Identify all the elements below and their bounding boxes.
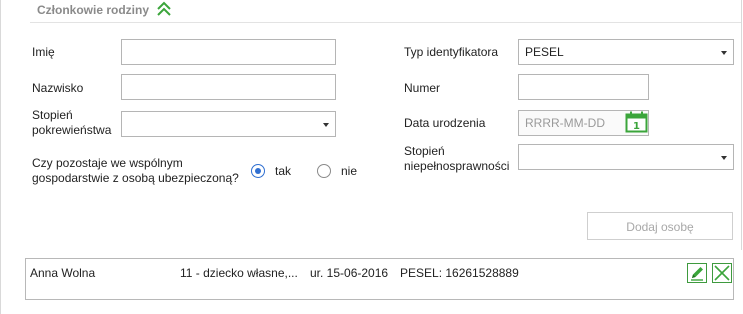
- edit-member-button[interactable]: [687, 263, 707, 283]
- stopien-niepelnosprawnosci-label-1: Stopień: [404, 144, 445, 158]
- data-urodzenia-label: Data urodzenia: [404, 116, 486, 130]
- member-birth: ur. 15-06-2016: [310, 266, 389, 280]
- calendar-icon-text: 1: [633, 121, 640, 132]
- imie-label: Imię: [32, 45, 55, 59]
- typ-identyfikatora-select[interactable]: PESEL: [518, 39, 734, 65]
- nazwisko-input[interactable]: [121, 74, 336, 100]
- numer-label: Numer: [404, 81, 441, 95]
- radio-nie[interactable]: [317, 164, 331, 178]
- radio-nie-label: nie: [341, 164, 358, 178]
- add-person-button[interactable]: Dodaj osobę: [587, 212, 733, 240]
- pencil-icon: [691, 267, 703, 281]
- member-id: PESEL: 16261528889: [400, 266, 519, 280]
- header-divider: [30, 22, 741, 23]
- calendar-icon[interactable]: 1: [625, 111, 648, 133]
- dropdown-arrow-icon: [721, 51, 727, 55]
- stopien-pokrewienstwa-select[interactable]: [121, 111, 336, 137]
- stopien-pokrewienstwa-label-1: Stopień: [32, 108, 73, 122]
- member-relation: 11 - dziecko własne,...: [180, 266, 298, 280]
- close-icon: [714, 265, 730, 281]
- stopien-pokrewienstwa-label-2: pokrewieństwa: [32, 123, 112, 137]
- stopien-niepelnosprawnosci-label-2: niepełnosprawności: [404, 159, 510, 173]
- section-title: Członkowie rodziny: [37, 3, 150, 17]
- nazwisko-label: Nazwisko: [32, 81, 84, 95]
- double-chevron-up-icon[interactable]: [156, 1, 172, 17]
- radio-tak[interactable]: [251, 164, 265, 178]
- stopien-niepelnosprawnosci-select[interactable]: [518, 144, 734, 170]
- typ-identyfikatora-label: Typ identyfikatora: [404, 45, 499, 59]
- imie-input[interactable]: [121, 39, 336, 65]
- family-member-row: Anna Wolna 11 - dziecko własne,... ur. 1…: [25, 258, 734, 300]
- panel-border-right: [741, 0, 742, 250]
- delete-member-button[interactable]: [712, 263, 732, 283]
- gospodarstwo-label-1: Czy pozostaje we wspólnym: [32, 156, 183, 170]
- panel-border-left: [0, 0, 1, 314]
- numer-input[interactable]: [518, 74, 649, 100]
- radio-tak-label: tak: [275, 164, 292, 178]
- gospodarstwo-label-2: gospodarstwie z osobą ubezpieczoną?: [32, 171, 239, 185]
- dropdown-arrow-icon: [323, 123, 329, 127]
- dropdown-arrow-icon: [721, 156, 727, 160]
- member-name: Anna Wolna: [30, 266, 96, 280]
- typ-identyfikatora-value: PESEL: [525, 45, 564, 59]
